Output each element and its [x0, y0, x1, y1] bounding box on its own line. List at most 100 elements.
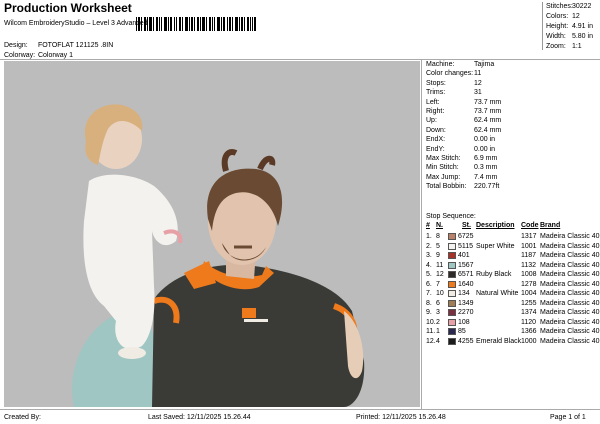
- thread-brand: Madeira Classic 40: [540, 280, 600, 288]
- stitch-count: 134: [458, 290, 470, 297]
- needle-number: 12: [436, 271, 444, 278]
- stop-number: 8.: [426, 299, 432, 307]
- needle-number: 5: [436, 242, 440, 250]
- needle-number: 6: [436, 299, 440, 307]
- detail-value: 12: [474, 79, 482, 87]
- thread-brand: Madeira Classic 40: [540, 252, 600, 259]
- summary-panel: Stitches: 30222 Colors: 12 Height: 4.91 …: [542, 2, 598, 52]
- stop-number: 12.: [426, 337, 436, 345]
- summary-divider: [542, 2, 543, 50]
- color-description: Emerald Black: [476, 337, 522, 345]
- detail-label: Left:: [426, 98, 440, 106]
- stitch-count: 108: [458, 318, 470, 326]
- color-swatch: [448, 290, 456, 297]
- thread-brand: Madeira Classic 40: [540, 328, 600, 335]
- color-swatch: [448, 328, 456, 335]
- thread-brand: Madeira Classic 40: [540, 318, 600, 326]
- color-swatch: [448, 280, 456, 288]
- stop-row: 11. 1 85 1366 Madeira Classic 40: [426, 327, 600, 337]
- stitch-count: 6725: [458, 233, 474, 240]
- stop-row: 6. 7 1640 1278 Madeira Classic 40: [426, 280, 600, 290]
- thread-brand: Madeira Classic 40: [540, 233, 600, 240]
- thread-code: 1255: [521, 299, 537, 307]
- detail-row: Color changes:11: [426, 69, 598, 78]
- detail-label: Right:: [426, 107, 445, 115]
- thread-brand: Madeira Classic 40: [540, 271, 600, 278]
- thread-code: 1120: [521, 318, 537, 326]
- summary-zoom: Zoom: 1:1: [546, 43, 582, 50]
- barcode: [136, 17, 256, 31]
- detail-value: 11: [474, 70, 482, 78]
- needle-number: 3: [436, 309, 440, 316]
- col-st: St.: [462, 222, 471, 229]
- color-swatch: [448, 299, 456, 307]
- needle-number: 11: [436, 261, 444, 269]
- needle-number: 9: [436, 252, 440, 259]
- thread-brand: Madeira Classic 40: [540, 290, 600, 297]
- stitch-count: 5115: [458, 242, 474, 250]
- stop-number: 11.: [426, 328, 436, 335]
- detail-row: EndX: 0.00 in: [426, 135, 598, 144]
- needle-number: 1: [436, 328, 440, 335]
- stitch-count: 6571: [458, 271, 474, 278]
- needle-number: 2: [436, 318, 440, 326]
- detail-value: 7.4 mm: [474, 173, 498, 181]
- detail-row: Total Bobbin: 220.77ft: [426, 182, 598, 191]
- design-preview[interactable]: [4, 61, 420, 407]
- detail-value: 62.4 mm: [474, 126, 502, 134]
- detail-value: Tajima: [474, 61, 495, 68]
- color-swatch: [448, 309, 456, 316]
- stitch-count: 1567: [458, 261, 474, 269]
- stop-number: 4.: [426, 261, 432, 269]
- stitch-count: 85: [458, 328, 466, 335]
- detail-row: Min Stitch: 0.3 mm: [426, 163, 598, 172]
- stop-number: 10.: [426, 318, 436, 326]
- stop-number: 9.: [426, 309, 432, 316]
- detail-label: Machine:: [426, 61, 455, 68]
- last-saved: Last Saved: 12/11/2025 15.26.44: [148, 414, 251, 421]
- col-brand: Brand: [540, 222, 561, 229]
- stop-sequence-title: Stop Sequence:: [426, 213, 476, 220]
- stitch-count: 1349: [458, 299, 474, 307]
- printed-date: Printed: 12/11/2025 15.26.48: [356, 414, 446, 421]
- thread-code: 1278: [521, 280, 537, 288]
- color-swatch: [448, 233, 456, 240]
- worksheet-title: Production Worksheet: [4, 1, 132, 15]
- stop-row: 7. 10 134 Natural White 1004 Madeira Classic …: [426, 289, 600, 299]
- design-row: Design: FOTOFLAT 121125 .8IN: [4, 42, 113, 49]
- thread-code: 1317: [521, 233, 537, 240]
- col-code: Code: [521, 222, 539, 229]
- stop-row: 10. 2 108 1120 Madeira Classic 40: [426, 318, 600, 328]
- thread-brand: Madeira Classic 40: [540, 337, 600, 345]
- thread-brand: Madeira Classic 40: [540, 309, 600, 316]
- thread-brand: Madeira Classic 40: [540, 242, 600, 250]
- col-description: Description: [476, 222, 515, 229]
- stop-row: 5. 12 6571 Ruby Black 1008 Madeira Classic 40: [426, 270, 600, 280]
- detail-label: Down:: [426, 126, 446, 134]
- needle-number: 4: [436, 337, 440, 345]
- thread-code: 1001: [521, 242, 537, 250]
- stop-number: 5.: [426, 271, 432, 278]
- stitch-count: 4255: [458, 337, 474, 345]
- detail-row: Up: 62.4 mm: [426, 116, 598, 125]
- stop-row: 12. 4 4255 Emerald Black 1000 Madeira Classic…: [426, 337, 600, 347]
- colorway-row: Colorway: Colorway 1: [4, 52, 73, 59]
- colorway-value: Colorway 1: [37, 52, 73, 59]
- stop-row: 9. 3 2270 1374 Madeira Classic 40: [426, 308, 600, 318]
- detail-row: Machine: Tajima: [426, 60, 598, 69]
- summary-width: Width: 5.80 in: [546, 33, 593, 40]
- detail-row: Right: 73.7 mm: [426, 107, 598, 116]
- color-swatch: [448, 318, 456, 326]
- color-swatch: [448, 252, 456, 259]
- detail-label: Max Stitch:: [426, 154, 461, 162]
- detail-value: 0.3 mm: [474, 164, 498, 172]
- color-swatch: [448, 337, 456, 345]
- stop-number: 3.: [426, 252, 432, 259]
- thread-code: 1004: [521, 290, 537, 297]
- summary-height: Height: 4.91 in: [546, 23, 593, 30]
- detail-value: 73.7 mm: [474, 98, 502, 106]
- stop-sequence-header: # N. St. Description Code Brand: [426, 222, 598, 231]
- stitch-count: 2270: [458, 309, 474, 316]
- detail-row: Max Stitch: 6.9 mm: [426, 154, 598, 163]
- machine-details: Machine: Tajima Color changes:11 Stops: 12 Tr…: [426, 60, 598, 191]
